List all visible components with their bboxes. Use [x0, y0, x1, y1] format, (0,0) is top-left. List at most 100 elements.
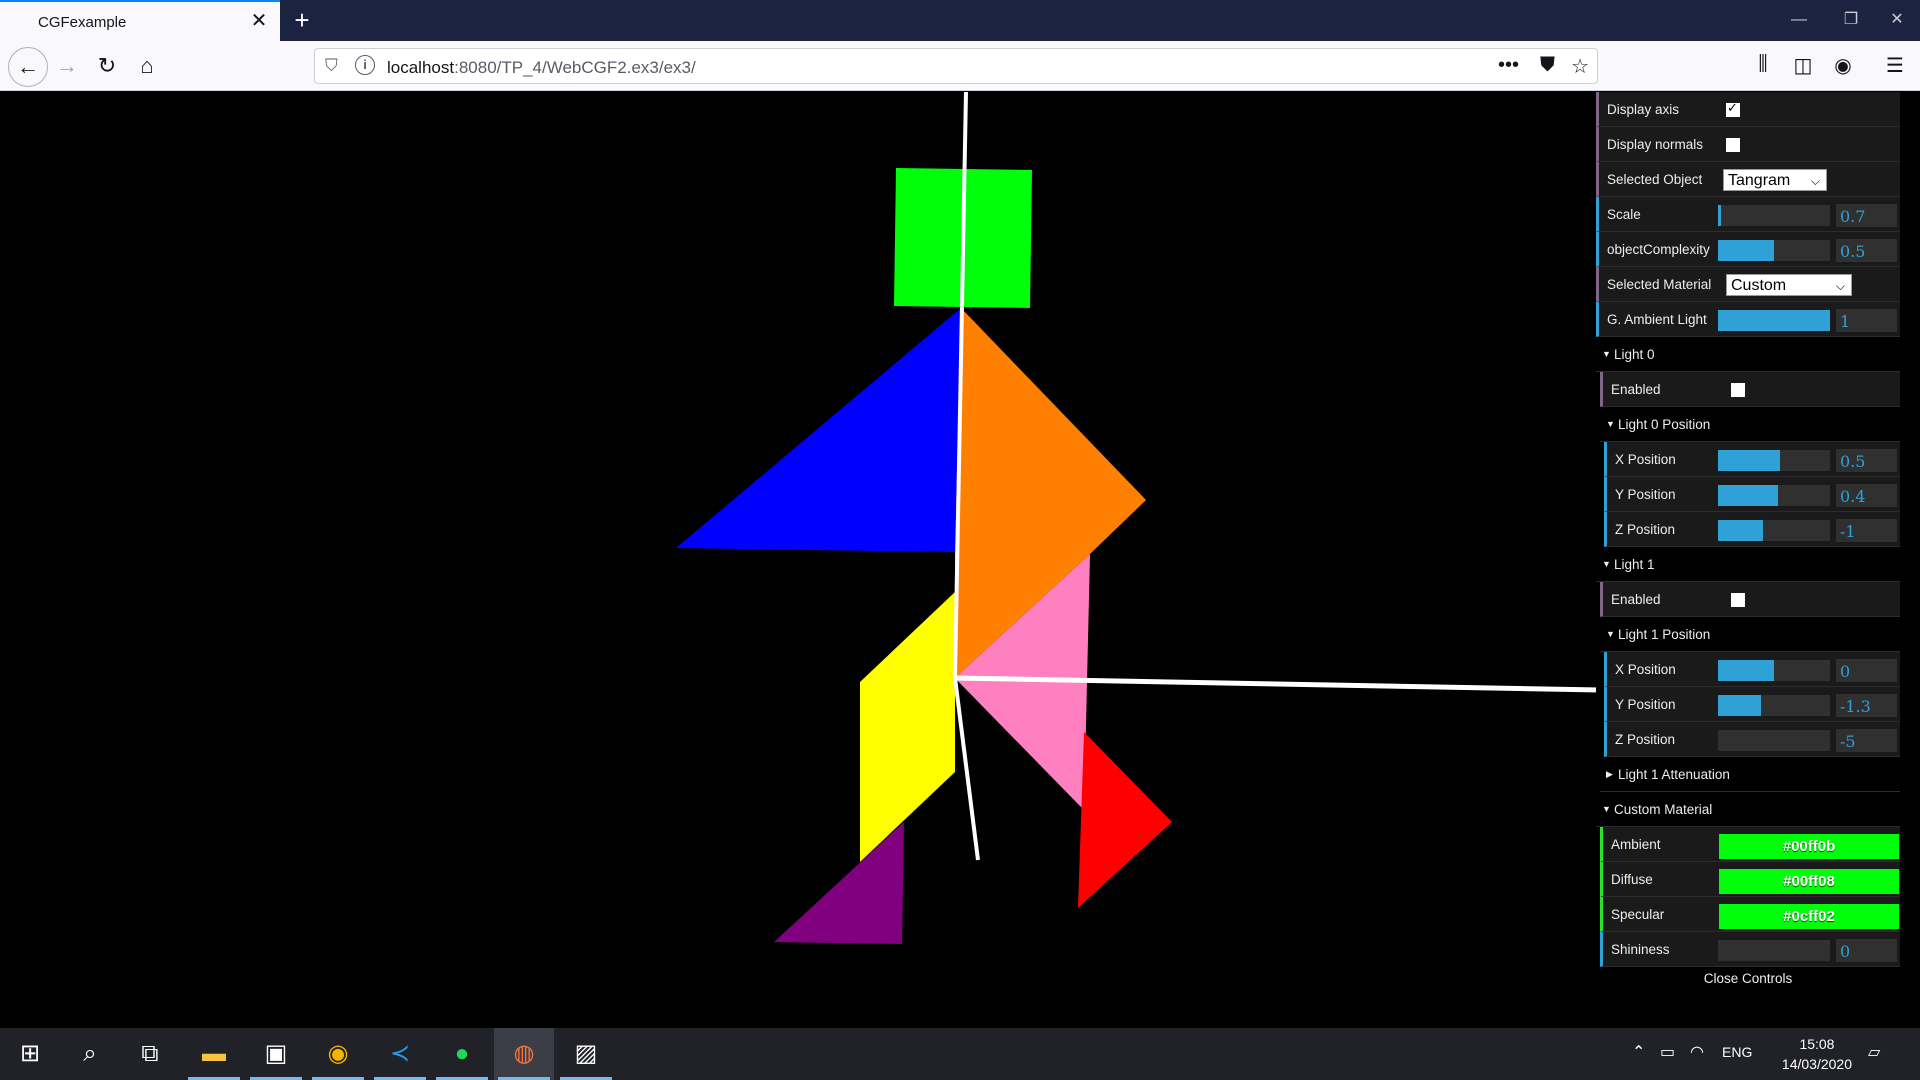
clock-time: 15:08 — [1799, 1036, 1835, 1052]
sidebar-icon[interactable]: ◫ — [1788, 53, 1818, 78]
light0-enabled-checkbox[interactable] — [1731, 383, 1745, 397]
url-bar[interactable]: ⛉ i localhost:8080/TP_4/WebCGF2.ex3/ex3/… — [314, 48, 1598, 84]
new-tab-icon[interactable]: + — [288, 6, 316, 34]
axis-z-line — [953, 677, 980, 861]
display-axis-row[interactable]: Display axis — [1596, 92, 1900, 127]
light1-folder-title[interactable]: ▼ Light 1 — [1596, 547, 1900, 582]
clock[interactable]: 15:08 14/03/2020 — [1782, 1034, 1852, 1074]
photos-icon[interactable]: ▨ — [556, 1028, 616, 1080]
light1-z-slider[interactable] — [1718, 730, 1830, 751]
search-icon[interactable]: ⌕ — [60, 1028, 120, 1080]
light1-z-input[interactable]: -5 — [1836, 729, 1897, 752]
wifi-icon[interactable]: ◠ — [1690, 1042, 1704, 1062]
light1-x-slider[interactable] — [1718, 660, 1830, 681]
light0-z-slider[interactable] — [1718, 520, 1830, 541]
chrome-icon[interactable]: ◉ — [308, 1028, 368, 1080]
scale-input[interactable]: 0.7 — [1836, 204, 1897, 227]
vscode-icon[interactable]: ≺ — [370, 1028, 430, 1080]
diffuse-color-input[interactable]: #00ff08 — [1719, 869, 1899, 894]
task-view-icon[interactable]: ⧉ — [120, 1028, 180, 1080]
chevron-up-icon[interactable]: ⌃ — [1632, 1042, 1645, 1062]
ambient-label: Ambient — [1611, 837, 1661, 852]
file-explorer-icon[interactable]: ▬ — [184, 1028, 244, 1080]
restore-icon[interactable]: ❐ — [1828, 6, 1874, 34]
tab-cgfexample[interactable]: CGFexample ✕ — [0, 0, 280, 41]
notifications-icon[interactable]: ▱ — [1868, 1042, 1880, 1062]
light1-y-label: Y Position — [1615, 697, 1676, 712]
specular-color-input[interactable]: #0cff02 — [1719, 904, 1899, 929]
chevron-down-icon: ▼ — [1602, 349, 1611, 359]
light0-x-row: X Position 0.5 — [1604, 442, 1900, 477]
selected-object-select[interactable]: Tangram ⌵ — [1723, 169, 1827, 191]
light1-y-slider[interactable] — [1718, 695, 1830, 716]
tab-close-icon[interactable]: ✕ — [248, 10, 270, 32]
pocket-icon[interactable]: ⛊ — [1540, 54, 1555, 77]
light1-enabled-checkbox[interactable] — [1731, 593, 1745, 607]
ambient-light-slider-fill — [1718, 310, 1830, 331]
light0-y-slider[interactable] — [1718, 485, 1830, 506]
light1-position-folder: X Position 0 Y Position -1.3 Z Position … — [1600, 652, 1900, 757]
light1-title: Light 1 — [1614, 557, 1655, 572]
minimize-icon[interactable]: — — [1776, 6, 1822, 34]
light0-z-slider-fill — [1718, 520, 1763, 541]
shield-icon[interactable]: ⛉ — [325, 56, 338, 76]
forward-button[interactable]: → — [50, 49, 84, 83]
page-actions-icon[interactable]: ••• — [1498, 54, 1519, 77]
ambient-color-input[interactable]: #00ff0b — [1719, 834, 1899, 859]
light1-attenuation-folder-title[interactable]: ▶ Light 1 Attenuation — [1600, 757, 1900, 792]
custom-material-folder-title[interactable]: ▼ Custom Material — [1596, 792, 1900, 827]
reload-button[interactable]: ↻ — [90, 49, 124, 83]
scale-slider[interactable] — [1718, 205, 1830, 226]
close-controls-button[interactable]: Close Controls — [1596, 967, 1900, 993]
selected-material-value: Custom — [1731, 277, 1787, 294]
selected-object-label: Selected Object — [1607, 172, 1703, 187]
light0-enabled-row[interactable]: Enabled — [1600, 372, 1900, 407]
selected-material-select[interactable]: Custom ⌵ — [1726, 274, 1852, 296]
light0-y-label: Y Position — [1615, 487, 1676, 502]
scale-row: Scale 0.7 — [1596, 197, 1900, 232]
selected-material-label: Selected Material — [1607, 277, 1712, 292]
light1-enabled-row[interactable]: Enabled — [1600, 582, 1900, 617]
blue-triangle — [676, 308, 961, 552]
light0-position-folder-title[interactable]: ▼ Light 0 Position — [1600, 407, 1900, 442]
close-window-icon[interactable]: ✕ — [1874, 6, 1920, 34]
shininess-input[interactable]: 0 — [1836, 939, 1897, 962]
object-complexity-input[interactable]: 0.5 — [1836, 239, 1897, 262]
light1-y-input[interactable]: -1.3 — [1836, 694, 1897, 717]
display-normals-row[interactable]: Display normals — [1596, 127, 1900, 162]
display-axis-checkbox[interactable] — [1726, 100, 1740, 117]
ambient-light-input[interactable]: 1 — [1836, 309, 1897, 332]
custom-material-folder: Ambient #00ff0b Diffuse #00ff08 Specular… — [1596, 827, 1900, 967]
windows-start-icon[interactable]: ⊞ — [0, 1028, 60, 1080]
object-complexity-slider[interactable] — [1718, 240, 1830, 261]
url-host: localhost — [387, 58, 455, 77]
light1-x-input[interactable]: 0 — [1836, 659, 1897, 682]
specular-row: Specular #0cff02 — [1600, 897, 1900, 932]
chevron-down-icon: ▼ — [1602, 559, 1611, 569]
light0-x-slider[interactable] — [1718, 450, 1830, 471]
url-text[interactable]: localhost:8080/TP_4/WebCGF2.ex3/ex3/ — [387, 58, 696, 78]
info-icon[interactable]: i — [355, 55, 375, 75]
light0-folder-title[interactable]: ▼ Light 0 — [1596, 337, 1900, 372]
account-icon[interactable]: ◉ — [1828, 53, 1858, 78]
light0-z-input[interactable]: -1 — [1836, 519, 1897, 542]
light1-position-folder-title[interactable]: ▼ Light 1 Position — [1600, 617, 1900, 652]
language-indicator[interactable]: ENG — [1722, 1044, 1752, 1060]
firefox-icon[interactable]: ◍ — [494, 1028, 554, 1080]
home-button[interactable]: ⌂ — [130, 49, 164, 83]
chevron-down-icon: ▼ — [1606, 629, 1615, 639]
spotify-icon[interactable]: ● — [432, 1028, 492, 1080]
library-icon[interactable]: ⫼ — [1748, 53, 1778, 76]
shininess-slider[interactable] — [1718, 940, 1830, 961]
battery-icon[interactable]: ▭ — [1660, 1042, 1675, 1062]
light0-x-input[interactable]: 0.5 — [1836, 449, 1897, 472]
ambient-light-slider[interactable] — [1718, 310, 1830, 331]
back-button[interactable]: ← — [8, 47, 48, 87]
menu-icon[interactable]: ☰ — [1880, 53, 1910, 78]
selected-object-value: Tangram — [1728, 172, 1791, 189]
terminal-icon[interactable]: ▣ — [246, 1028, 306, 1080]
light1-x-row: X Position 0 — [1604, 652, 1900, 687]
light0-y-input[interactable]: 0.4 — [1836, 484, 1897, 507]
display-normals-checkbox[interactable] — [1726, 138, 1740, 152]
bookmark-star-icon[interactable]: ☆ — [1571, 54, 1589, 79]
